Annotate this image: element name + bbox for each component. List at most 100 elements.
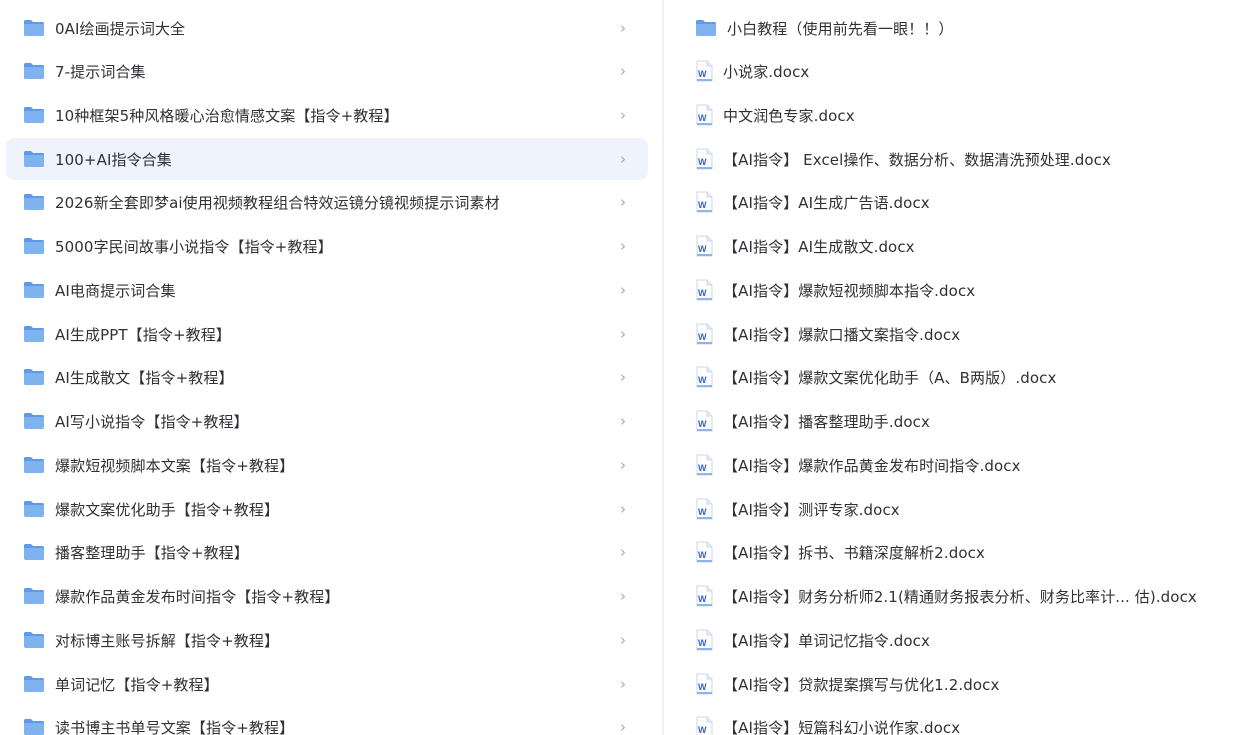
- file-name: 【AI指令】爆款作品黄金发布时间指令.docx: [723, 456, 1021, 475]
- file-row[interactable]: W 【AI指令】贷款提案撰写与优化1.2.docx: [689, 663, 1241, 705]
- chevron-right-icon: ›: [620, 500, 626, 518]
- file-browser: 0AI绘画提示词大全 › 7-提示词合集 › 10种框架5种风格暖心治愈情感文案【指令+…: [0, 0, 1241, 735]
- word-badge-text: W: [698, 419, 707, 429]
- chevron-right-icon: ›: [620, 193, 626, 211]
- folder-row[interactable]: AI写小说指令【指令+教程】 ›: [6, 400, 648, 442]
- word-badge-text: W: [698, 332, 707, 342]
- file-name: 【AI指令】拆书、书籍深度解析2.docx: [723, 543, 985, 562]
- folder-name: 爆款文案优化助手【指令+教程】: [55, 500, 280, 519]
- folder-icon: [24, 151, 44, 167]
- folder-icon: [24, 107, 44, 123]
- chevron-right-icon: ›: [620, 543, 626, 561]
- word-doc-icon: W: [696, 498, 713, 520]
- file-row[interactable]: W 【AI指令】播客整理助手.docx: [689, 400, 1241, 442]
- folder-row[interactable]: 读书博主书单号文案【指令+教程】 ›: [6, 706, 648, 735]
- word-badge-text: W: [698, 725, 707, 735]
- file-name: 【AI指令】爆款口播文案指令.docx: [723, 325, 961, 344]
- file-row[interactable]: W 【AI指令】 Excel操作、数据分析、数据清洗预处理.docx: [689, 138, 1241, 180]
- chevron-right-icon: ›: [620, 62, 626, 80]
- word-doc-icon: W: [696, 541, 713, 563]
- folder-row[interactable]: 10种框架5种风格暖心治愈情感文案【指令+教程】 ›: [6, 94, 648, 136]
- folder-name: 小白教程（使用前先看一眼！！）: [727, 19, 954, 38]
- file-row[interactable]: W 【AI指令】财务分析师2.1(精通财务报表分析、财务比率计... 估).doc…: [689, 575, 1241, 617]
- folder-row[interactable]: 7-提示词合集 ›: [6, 50, 648, 92]
- chevron-right-icon: ›: [620, 412, 626, 430]
- folder-name: AI生成PPT【指令+教程】: [55, 325, 231, 344]
- folder-row[interactable]: AI电商提示词合集 ›: [6, 269, 648, 311]
- file-row[interactable]: W 【AI指令】拆书、书籍深度解析2.docx: [689, 531, 1241, 573]
- word-doc-icon: W: [696, 323, 713, 345]
- folder-row[interactable]: 小白教程（使用前先看一眼！！）: [689, 7, 1241, 49]
- file-name: 【AI指令】AI生成广告语.docx: [723, 193, 930, 212]
- folder-icon: [24, 632, 44, 648]
- chevron-right-icon: ›: [620, 631, 626, 649]
- word-badge-text: W: [698, 463, 707, 473]
- chevron-right-icon: ›: [620, 325, 626, 343]
- word-badge-text: W: [698, 638, 707, 648]
- folder-name: 播客整理助手【指令+教程】: [55, 543, 249, 562]
- file-name: 小说家.docx: [723, 62, 810, 81]
- folder-row[interactable]: 单词记忆【指令+教程】 ›: [6, 663, 648, 705]
- folder-icon: [24, 238, 44, 254]
- folder-row[interactable]: 播客整理助手【指令+教程】 ›: [6, 531, 648, 573]
- folder-name: 10种框架5种风格暖心治愈情感文案【指令+教程】: [55, 106, 399, 125]
- folder-row[interactable]: 爆款作品黄金发布时间指令【指令+教程】 ›: [6, 575, 648, 617]
- file-row[interactable]: W 【AI指令】短篇科幻小说作家.docx: [689, 706, 1241, 735]
- file-row[interactable]: W 【AI指令】爆款口播文案指令.docx: [689, 313, 1241, 355]
- chevron-right-icon: ›: [620, 456, 626, 474]
- file-row[interactable]: W 小说家.docx: [689, 50, 1241, 92]
- file-row[interactable]: W 【AI指令】爆款文案优化助手（A、B两版）.docx: [689, 356, 1241, 398]
- word-doc-icon: W: [696, 279, 713, 301]
- chevron-right-icon: ›: [620, 675, 626, 693]
- folder-icon: [24, 719, 44, 735]
- folder-name: 100+AI指令合集: [55, 150, 172, 169]
- file-row[interactable]: W 【AI指令】AI生成散文.docx: [689, 225, 1241, 267]
- folder-name: 5000字民间故事小说指令【指令+教程】: [55, 237, 333, 256]
- file-row[interactable]: W 中文润色专家.docx: [689, 94, 1241, 136]
- chevron-right-icon: ›: [620, 281, 626, 299]
- word-badge-text: W: [698, 200, 707, 210]
- folder-name: 单词记忆【指令+教程】: [55, 675, 219, 694]
- file-name: 【AI指令】财务分析师2.1(精通财务报表分析、财务比率计... 估).docx: [723, 587, 1197, 606]
- folder-name: 0AI绘画提示词大全: [55, 19, 186, 38]
- folder-icon: [24, 676, 44, 692]
- folder-row[interactable]: 爆款文案优化助手【指令+教程】 ›: [6, 488, 648, 530]
- word-doc-icon: W: [696, 673, 713, 695]
- folder-name: AI生成散文【指令+教程】: [55, 368, 234, 387]
- chevron-right-icon: ›: [620, 237, 626, 255]
- folder-row[interactable]: AI生成散文【指令+教程】 ›: [6, 356, 648, 398]
- folder-name: 爆款作品黄金发布时间指令【指令+教程】: [55, 587, 340, 606]
- file-row[interactable]: W 【AI指令】爆款作品黄金发布时间指令.docx: [689, 444, 1241, 486]
- folder-name: AI电商提示词合集: [55, 281, 176, 300]
- pane-divider[interactable]: [662, 0, 664, 735]
- folder-icon: [24, 20, 44, 36]
- file-name: 【AI指令】播客整理助手.docx: [723, 412, 930, 431]
- file-name: 【AI指令】测评专家.docx: [723, 500, 900, 519]
- folder-row[interactable]: AI生成PPT【指令+教程】 ›: [6, 313, 648, 355]
- word-badge-text: W: [698, 113, 707, 123]
- folder-row[interactable]: 0AI绘画提示词大全 ›: [6, 7, 648, 49]
- word-doc-icon: W: [696, 629, 713, 651]
- chevron-right-icon: ›: [620, 106, 626, 124]
- word-doc-icon: W: [696, 191, 713, 213]
- folder-row[interactable]: 对标博主账号拆解【指令+教程】 ›: [6, 619, 648, 661]
- folder-row[interactable]: 2026新全套即梦ai使用视频教程组合特效运镜分镜视频提示词素材 ›: [6, 181, 648, 223]
- folder-row[interactable]: 5000字民间故事小说指令【指令+教程】 ›: [6, 225, 648, 267]
- file-name: 【AI指令】爆款短视频脚本指令.docx: [723, 281, 976, 300]
- word-badge-text: W: [698, 157, 707, 167]
- file-row[interactable]: W 【AI指令】单词记忆指令.docx: [689, 619, 1241, 661]
- word-doc-icon: W: [696, 716, 713, 735]
- file-name: 【AI指令】贷款提案撰写与优化1.2.docx: [723, 675, 1000, 694]
- folder-row[interactable]: 100+AI指令合集 ›: [6, 138, 648, 180]
- folder-row[interactable]: 爆款短视频脚本文案【指令+教程】 ›: [6, 444, 648, 486]
- word-doc-icon: W: [696, 366, 713, 388]
- file-name: 【AI指令】爆款文案优化助手（A、B两版）.docx: [723, 368, 1057, 387]
- file-name: 【AI指令】 Excel操作、数据分析、数据清洗预处理.docx: [723, 150, 1111, 169]
- word-badge-text: W: [698, 375, 707, 385]
- folder-icon: [24, 326, 44, 342]
- folder-icon: [24, 544, 44, 560]
- word-doc-icon: W: [696, 235, 713, 257]
- file-row[interactable]: W 【AI指令】AI生成广告语.docx: [689, 181, 1241, 223]
- file-row[interactable]: W 【AI指令】测评专家.docx: [689, 488, 1241, 530]
- file-row[interactable]: W 【AI指令】爆款短视频脚本指令.docx: [689, 269, 1241, 311]
